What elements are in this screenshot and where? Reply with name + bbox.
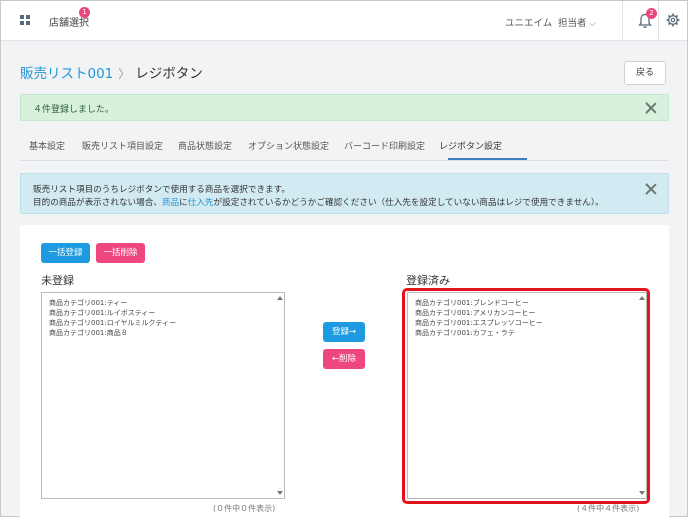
info-line-2: 目的の商品が表示されない場合、商品に仕入先が設定されているかどうかご確認ください…: [33, 196, 604, 208]
close-icon[interactable]: [645, 102, 657, 114]
scroll-up-arrow-icon[interactable]: [277, 296, 283, 300]
list-item[interactable]: 商品カテゴリ001:ルイボスティー: [49, 308, 277, 318]
tab-sales-list-item-settings[interactable]: 販売リスト項目設定: [82, 139, 163, 152]
tab-basic-settings[interactable]: 基本設定: [29, 139, 65, 152]
info-alert: 販売リスト項目のうちレジボタンで使用する商品を選択できます。 目的の商品が表示さ…: [20, 173, 669, 214]
unregistered-count: (０件中０件表示): [213, 504, 276, 513]
success-message: ４件登録しました。: [33, 105, 115, 115]
list-item[interactable]: 商品カテゴリ001:ティー: [49, 298, 277, 308]
list-item[interactable]: 商品カテゴリ001:商品８: [49, 328, 277, 338]
bulk-register-button[interactable]: 一括登録: [41, 243, 90, 263]
tab-register-button-settings[interactable]: レジボタン設定: [439, 139, 502, 152]
info-text: に: [179, 198, 188, 208]
bulk-delete-button[interactable]: 一括削除: [96, 243, 145, 263]
breadcrumb: 販売リスト001 〉レジボタン: [20, 62, 203, 82]
active-tab-indicator: [448, 158, 527, 160]
chevron-right-icon: 〉: [118, 67, 131, 81]
breadcrumb-parent-link[interactable]: 販売リスト001: [20, 66, 113, 82]
close-icon[interactable]: [645, 183, 657, 195]
delete-arrow-button[interactable]: ←削除: [323, 349, 365, 369]
scroll-down-arrow-icon[interactable]: [277, 491, 283, 495]
user-name: 担当者: [558, 18, 587, 29]
company-name: ユニエイム: [505, 18, 553, 29]
info-text: 目的の商品が表示されない場合、: [33, 198, 162, 208]
app-grid-icon[interactable]: [20, 15, 31, 26]
info-text: が設定されているかどうかご確認ください（仕入先を設定していない商品はレジで使用で…: [213, 198, 604, 208]
settings-tabs: 基本設定 販売リスト項目設定 商品状態設定 オプション状態設定 バーコード印刷設…: [20, 133, 669, 161]
top-navigation-bar: 店舗選択 1 ユニエイム 担当者 ⌵ 2: [1, 1, 687, 41]
product-link[interactable]: 商品: [162, 198, 179, 208]
registered-title: 登録済み: [406, 274, 450, 287]
success-alert: ４件登録しました。: [20, 94, 669, 121]
unregistered-listbox[interactable]: 商品カテゴリ001:ティー 商品カテゴリ001:ルイボスティー 商品カテゴリ00…: [41, 292, 285, 499]
supplier-link[interactable]: 仕入先: [188, 198, 214, 208]
chevron-down-icon: ⌵: [589, 19, 596, 28]
info-line-1: 販売リスト項目のうちレジボタンで使用する商品を選択できます。: [33, 185, 290, 195]
tab-product-status-settings[interactable]: 商品状態設定: [178, 139, 232, 152]
list-item[interactable]: 商品カテゴリ001:ロイヤルミルクティー: [49, 318, 277, 328]
divider: [658, 1, 659, 41]
back-button[interactable]: 戻る: [624, 61, 666, 85]
divider: [622, 1, 623, 41]
tab-barcode-print-settings[interactable]: バーコード印刷設定: [344, 139, 425, 152]
store-badge: 1: [79, 7, 90, 18]
user-menu[interactable]: 担当者 ⌵: [558, 15, 596, 29]
unregistered-title: 未登録: [41, 274, 74, 287]
highlight-annotation: [402, 288, 650, 504]
register-arrow-button[interactable]: 登録→: [323, 322, 365, 342]
registered-count: (４件中４件表示): [577, 504, 640, 513]
tab-option-status-settings[interactable]: オプション状態設定: [248, 139, 329, 152]
gear-icon[interactable]: [666, 13, 680, 27]
page-title: レジボタン: [135, 66, 203, 82]
notification-badge: 2: [646, 8, 657, 19]
